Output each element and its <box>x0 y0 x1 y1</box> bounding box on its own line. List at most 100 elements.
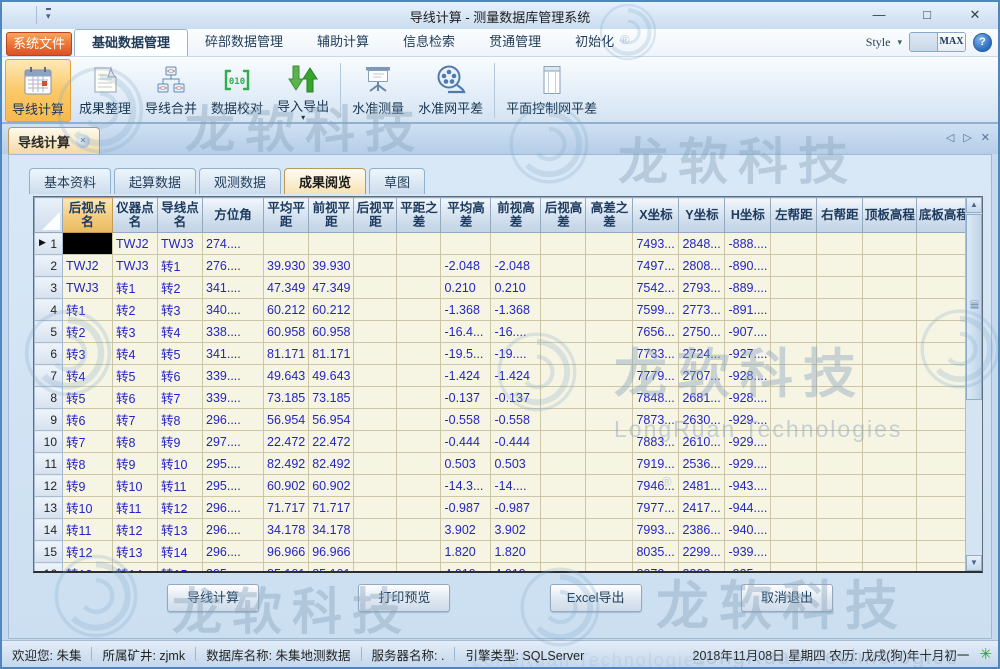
grid-cell[interactable]: 转14 <box>158 541 203 563</box>
grid-cell[interactable]: 0.210 <box>441 277 491 299</box>
grid-cell[interactable]: 转8 <box>113 431 158 453</box>
subtab-2[interactable]: 起算数据 <box>114 168 196 194</box>
column-header[interactable]: 左帮距 <box>771 198 817 233</box>
grid-cell[interactable]: 82.492 <box>309 453 354 475</box>
column-header[interactable]: 底板高程 <box>917 198 971 233</box>
grid-cell[interactable] <box>817 365 863 387</box>
ribbon-tab-1[interactable]: 基础数据管理 <box>74 29 188 56</box>
grid-cell[interactable]: 2481... <box>679 475 725 497</box>
grid-cell[interactable]: TWJ3 <box>113 255 158 277</box>
grid-cell[interactable]: 转3 <box>113 321 158 343</box>
scrollbar-thumb[interactable] <box>966 214 982 400</box>
grid-cell[interactable]: -929.... <box>725 409 771 431</box>
document-tab-traverse-calc[interactable]: 导线计算 ✕ <box>8 127 100 154</box>
ribbon-tab-5[interactable]: 贯通管理 <box>472 29 558 56</box>
grid-cell[interactable]: -2.048 <box>441 255 491 277</box>
grid-cell[interactable] <box>771 563 817 574</box>
grid-cell[interactable] <box>354 321 397 343</box>
style-dropdown-arrow-icon[interactable]: ▾ <box>897 37 902 48</box>
grid-cell[interactable] <box>817 475 863 497</box>
grid-cell[interactable]: 2299... <box>679 541 725 563</box>
grid-cell[interactable]: 转7 <box>113 409 158 431</box>
grid-cell[interactable]: 22.472 <box>264 431 309 453</box>
grid-cell[interactable]: 2848... <box>679 233 725 255</box>
grid-cell[interactable] <box>586 299 633 321</box>
grid-cell[interactable]: 276.... <box>203 255 264 277</box>
grid-cell[interactable]: -943.... <box>725 475 771 497</box>
grid-cell[interactable]: -929.... <box>725 431 771 453</box>
grid-cell[interactable] <box>397 541 441 563</box>
grid-cell[interactable]: -0.558 <box>491 409 541 431</box>
grid-cell[interactable]: 8072... <box>633 563 679 574</box>
grid-cell[interactable]: 7542... <box>633 277 679 299</box>
grid-cell[interactable]: 81.171 <box>309 343 354 365</box>
grid-cell[interactable]: 转12 <box>158 497 203 519</box>
grid-cell[interactable]: -928.... <box>725 365 771 387</box>
grid-cell[interactable]: -16.... <box>491 321 541 343</box>
grid-cell[interactable] <box>917 233 971 255</box>
grid-cell[interactable]: -888.... <box>725 233 771 255</box>
column-header[interactable]: 方位角 <box>203 198 264 233</box>
grid-cell[interactable]: 2610... <box>679 431 725 453</box>
grid-cell[interactable] <box>541 541 586 563</box>
grid-cell[interactable] <box>917 277 971 299</box>
grid-cell[interactable]: 转12 <box>113 519 158 541</box>
grid-cell[interactable] <box>586 541 633 563</box>
grid-cell[interactable]: -14.... <box>491 475 541 497</box>
grid-cell[interactable] <box>817 255 863 277</box>
grid-cell[interactable]: 转6 <box>158 365 203 387</box>
grid-cell[interactable]: 274.... <box>203 233 264 255</box>
grid-cell[interactable] <box>397 563 441 574</box>
grid-cell[interactable]: 转12 <box>63 541 113 563</box>
grid-cell[interactable] <box>586 431 633 453</box>
grid-cell[interactable]: -1.368 <box>491 299 541 321</box>
grid-cell[interactable] <box>354 255 397 277</box>
grid-cell[interactable]: 转7 <box>158 387 203 409</box>
grid-cell[interactable] <box>917 387 971 409</box>
column-header[interactable]: H坐标 <box>725 198 771 233</box>
grid-cell[interactable]: 7977... <box>633 497 679 519</box>
grid-cell[interactable]: 转14 <box>113 563 158 574</box>
cancel-exit-button[interactable]: 取消退出 <box>741 584 833 612</box>
grid-cell[interactable]: 96.966 <box>309 541 354 563</box>
grid-cell[interactable] <box>354 343 397 365</box>
row-header[interactable]: 14 <box>35 519 63 541</box>
grid-cell[interactable] <box>491 233 541 255</box>
grid-cell[interactable]: -1.424 <box>491 365 541 387</box>
grid-cell[interactable]: 296.... <box>203 541 264 563</box>
grid-cell[interactable]: 转9 <box>113 453 158 475</box>
grid-cell[interactable]: 2536... <box>679 453 725 475</box>
grid-cell[interactable]: -14.3... <box>441 475 491 497</box>
column-header[interactable]: 导线点名 <box>158 198 203 233</box>
subtab-1[interactable]: 基本资料 <box>29 168 111 194</box>
grid-cell[interactable] <box>863 255 917 277</box>
grid-cell[interactable]: 56.954 <box>264 409 309 431</box>
grid-cell[interactable]: 60.958 <box>309 321 354 343</box>
grid-cell[interactable]: 2773... <box>679 299 725 321</box>
doc-nav-prev-icon[interactable]: ◁ <box>946 131 954 144</box>
column-header[interactable]: 前视高差 <box>491 198 541 233</box>
grid-cell[interactable]: TWJ2 <box>113 233 158 255</box>
grid-cell[interactable] <box>817 299 863 321</box>
grid-cell[interactable]: 1.820 <box>491 541 541 563</box>
grid-cell[interactable] <box>354 299 397 321</box>
row-header[interactable]: 8 <box>35 387 63 409</box>
grid-cell[interactable] <box>541 409 586 431</box>
grid-cell[interactable] <box>863 475 917 497</box>
grid-cell[interactable]: 49.643 <box>264 365 309 387</box>
grid-cell[interactable]: -0.558 <box>441 409 491 431</box>
grid-cell[interactable]: 60.902 <box>309 475 354 497</box>
grid-cell[interactable] <box>771 497 817 519</box>
grid-cell[interactable]: 转6 <box>63 409 113 431</box>
minimize-button[interactable]: — <box>866 5 892 25</box>
grid-cell[interactable]: -2.048 <box>491 255 541 277</box>
grid-cell[interactable]: 341.... <box>203 277 264 299</box>
grid-cell[interactable] <box>541 277 586 299</box>
ribbon-button-plane-control-net-adjust[interactable]: 平面控制网平差 <box>500 59 603 122</box>
grid-cell[interactable]: 47.349 <box>309 277 354 299</box>
ribbon-tab-3[interactable]: 辅助计算 <box>300 29 386 56</box>
grid-cell[interactable]: 4.019 <box>491 563 541 574</box>
grid-cell[interactable] <box>917 475 971 497</box>
grid-cell[interactable]: 85.101 <box>309 563 354 574</box>
grid-cell[interactable]: 295.... <box>203 475 264 497</box>
